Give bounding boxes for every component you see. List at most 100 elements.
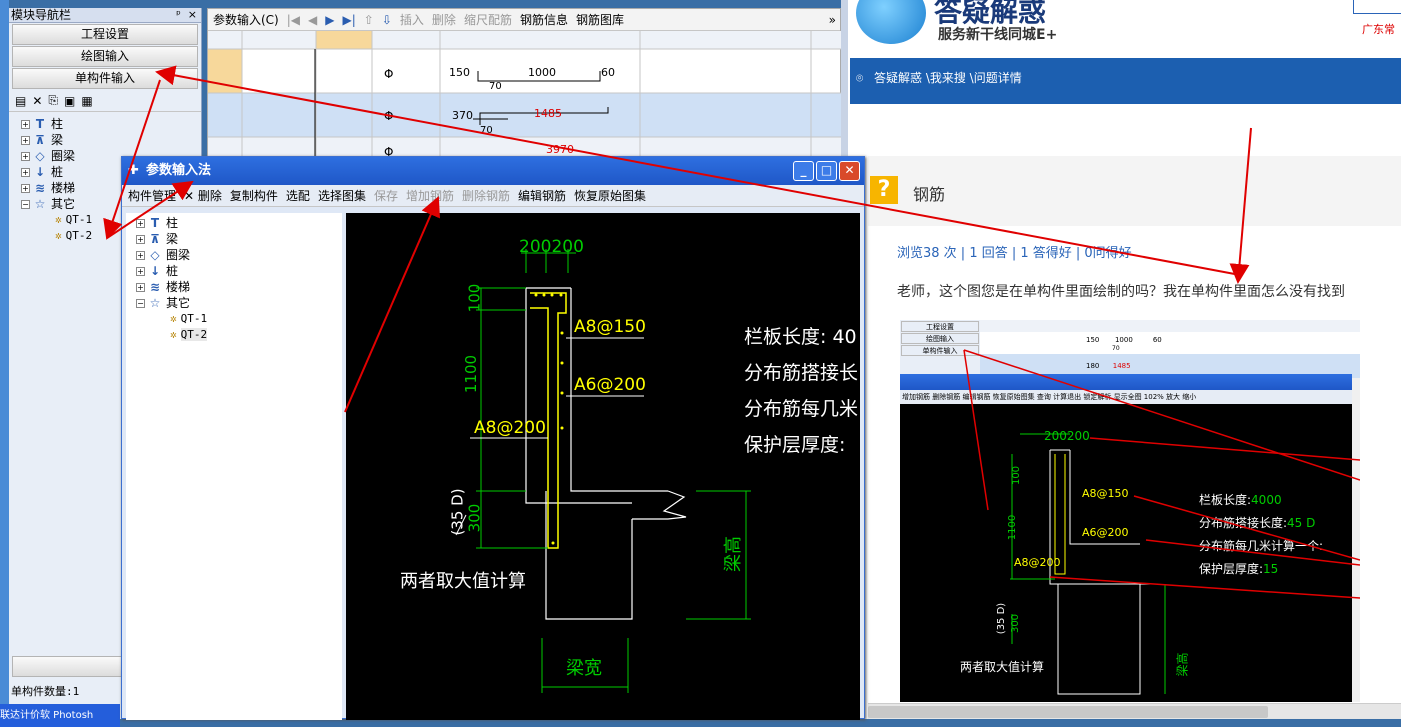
nav-next-icon[interactable]: ▶	[325, 13, 334, 27]
copy-component-button[interactable]: 复制构件	[230, 187, 278, 204]
delete-icon[interactable]: ✕	[32, 94, 42, 108]
param-cover[interactable]: 保护层厚度:	[744, 427, 858, 463]
beam-icon: ⊼	[150, 232, 160, 246]
param-input-tab[interactable]: 参数输入(C)	[213, 11, 279, 28]
column-icon: T	[150, 216, 160, 230]
restore-atlas-button[interactable]: 恢复原始图集	[574, 187, 646, 204]
nav-title: 模块导航栏	[11, 8, 72, 22]
edit-rebar-button[interactable]: 编辑钢筋	[518, 187, 566, 204]
row2-left: 370	[452, 109, 473, 122]
component-icon: ✲	[55, 213, 62, 226]
dialog-tree: + T 柱 + ⊼ 梁 + ◇ 圈梁 + ↓ 桩 + ≋ 楼梯 − ☆ 其它 ✲ QT-1 ✲ QT-2	[126, 213, 342, 720]
param-input-dialog: ✚ 参数输入法 _ □ ✕ 构件管理 ✕ 删除 复制构件 选配 选择图集 保存 …	[121, 156, 865, 720]
tree-item-beam[interactable]: + ⊼ 梁	[21, 132, 201, 148]
paste2-icon[interactable]: ▦	[81, 94, 92, 108]
add-rebar-button[interactable]: 增加钢筋	[406, 187, 454, 204]
nav-first-icon[interactable]: |◀	[287, 13, 300, 27]
down-icon[interactable]: ⇩	[382, 13, 392, 27]
tree-item-column[interactable]: + T 柱	[21, 116, 201, 132]
component-manage-button[interactable]: 构件管理	[128, 187, 176, 204]
tree-item-qt1[interactable]: ✲ QT-1	[136, 311, 342, 327]
dialog-title: 参数输入法	[146, 163, 212, 178]
row1-bottom: 70	[489, 81, 502, 92]
param-slab-length[interactable]: 栏板长度: 40	[744, 319, 858, 355]
rebar-info-button[interactable]: 钢筋信息	[520, 11, 568, 28]
param-per-meter[interactable]: 分布筋每几米	[744, 391, 858, 427]
param-lap-length[interactable]: 分布筋搭接长	[744, 355, 858, 391]
rebar-table	[208, 31, 842, 161]
corner-text[interactable]: 广东常	[1362, 21, 1395, 37]
drawing-input-button[interactable]: 绘图输入	[12, 46, 198, 67]
bar-label-3: A8@200	[474, 418, 546, 438]
dim-300: 300	[465, 503, 484, 533]
breadcrumb: ⌾ 答疑解惑 \我来搜 \问题详情	[850, 58, 1401, 104]
tree-item-other[interactable]: − ☆ 其它	[136, 295, 342, 311]
pile-icon: ↓	[149, 264, 161, 278]
tree-item-qt2[interactable]: ✲ QT-2	[136, 327, 342, 343]
minimize-icon[interactable]: _	[793, 161, 814, 181]
question-stats: 浏览38 次 | 1 回答 | 1 答得好 | 0问得好	[897, 246, 1132, 261]
rebar-library-button[interactable]: 钢筋图库	[576, 11, 624, 28]
taskbar[interactable]: 联达计价软 Photosh	[0, 704, 120, 727]
tree-item-beam[interactable]: + ⊼ 梁	[136, 231, 342, 247]
nav-last-icon[interactable]: ▶|	[343, 13, 356, 27]
browser-page: 答疑解惑 服务新干线同城E+ 广东常 ⌾ 答疑解惑 \我来搜 \问题详情 ? 钢筋…	[848, 0, 1401, 719]
tree-item-column[interactable]: + T 柱	[136, 215, 342, 231]
beam-width-label: 梁宽	[566, 658, 602, 679]
tree-item-pile[interactable]: + ↓ 桩	[136, 263, 342, 279]
single-component-input-button[interactable]: 单构件输入	[12, 68, 198, 89]
insert-button[interactable]: 插入	[400, 11, 424, 28]
horizontal-scrollbar[interactable]	[868, 703, 1401, 719]
save-button[interactable]: 保存	[374, 187, 398, 204]
breadcrumb-text[interactable]: 答疑解惑 \我来搜 \问题详情	[874, 71, 1022, 85]
up-icon[interactable]: ⇧	[364, 13, 374, 27]
delete-button[interactable]: 删除	[432, 11, 456, 28]
close-icon[interactable]: ✕	[839, 161, 860, 181]
cad-lines	[455, 249, 751, 693]
max-value-note: 两者取大值计算	[400, 571, 526, 592]
logo-subtitle: 服务新干线同城E+	[938, 27, 1058, 43]
select-match-button[interactable]: 选配	[286, 187, 310, 204]
cad-drawing[interactable]: 200200 100 1100 300 (35 D) A8@150 A6@200…	[346, 213, 860, 720]
delete-button[interactable]: ✕ 删除	[184, 187, 222, 204]
tree-item-stair[interactable]: + ≋ 楼梯	[136, 279, 342, 295]
maximize-icon[interactable]: □	[816, 161, 837, 181]
row2-bottom: 70	[480, 125, 493, 136]
stair-icon: ≋	[34, 181, 46, 195]
component-count: 单构件数量:1	[11, 685, 80, 698]
column-icon: T	[35, 117, 45, 131]
app-icon: ✚	[128, 163, 139, 178]
row1-right: 60	[601, 66, 615, 79]
remove-rebar-button[interactable]: 删除钢筋	[462, 187, 510, 204]
overflow-icon[interactable]: »	[829, 13, 840, 27]
component-icon: ✲	[170, 312, 177, 325]
row1-mid: 1000	[528, 66, 556, 79]
question-text: 老师，这个图您是在单构件里面绘制的吗？我在单构件里面怎么没有找到	[897, 284, 1345, 300]
project-settings-button[interactable]: 工程设置	[12, 24, 198, 45]
topic-title[interactable]: 钢筋	[913, 181, 945, 205]
question-icon: ?	[870, 176, 898, 204]
paste-icon[interactable]: ▣	[64, 94, 75, 108]
ring-beam-icon: ◇	[150, 248, 160, 262]
nav-header: 模块导航栏 ᵖ ×	[9, 8, 201, 23]
bar-label-2: A6@200	[574, 375, 646, 395]
pin-icon[interactable]: ᵖ	[176, 8, 181, 21]
question-image[interactable]: 工程设置 绘图输入 单构件输入 150 1000 60 70 180 1485 …	[900, 320, 1360, 702]
row2-symbol: Φ	[384, 109, 394, 123]
pile-icon: ↓	[34, 165, 46, 179]
scrollbar-thumb[interactable]	[868, 706, 1268, 718]
select-atlas-button[interactable]: 选择图集	[318, 187, 366, 204]
component-icon: ✲	[170, 328, 177, 341]
tree-item-ring-beam[interactable]: + ◇ 圈梁	[136, 247, 342, 263]
dialog-titlebar[interactable]: ✚ 参数输入法 _ □ ✕	[122, 157, 864, 185]
nav-prev-icon[interactable]: ◀	[308, 13, 317, 27]
close-icon[interactable]: ×	[188, 8, 197, 21]
nav-toolbar: ▤ ✕ ⎘ ▣ ▦	[9, 90, 201, 112]
list-icon[interactable]: ▤	[15, 94, 26, 108]
copy-icon[interactable]: ⎘	[48, 93, 58, 108]
beam-icon: ⊼	[35, 133, 45, 147]
scale-rebar-button[interactable]: 缩尺配筋	[464, 11, 512, 28]
star-icon: ☆	[149, 296, 161, 310]
param-list: 栏板长度: 40 分布筋搭接长 分布筋每几米 保护层厚度:	[744, 319, 858, 463]
main-toolbar: 参数输入(C) |◀ ◀ ▶ ▶| ⇧ ⇩ 插入 删除 缩尺配筋 钢筋信息 钢筋图库 »	[208, 9, 840, 31]
